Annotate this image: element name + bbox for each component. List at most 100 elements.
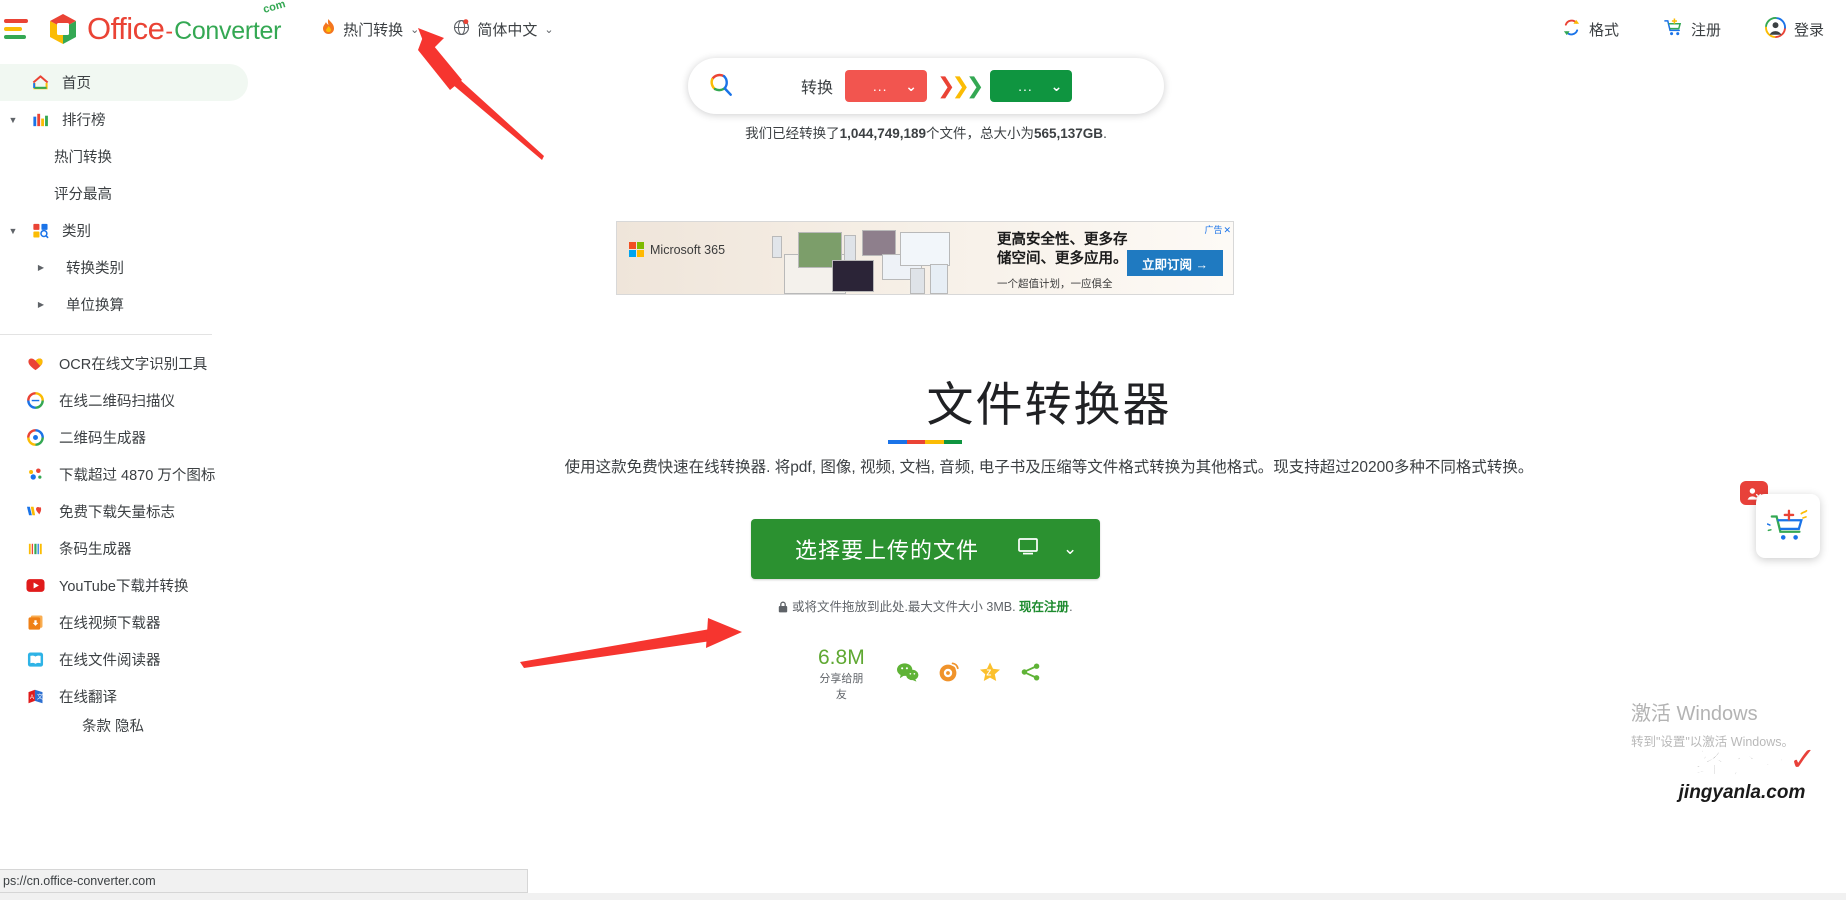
advertisement-banner[interactable]: 广告✕ Microsoft 365 更高安全性、更多存 储空间、更多应用。 一个… [616, 221, 1234, 295]
ad-subscribe-button[interactable]: 立即订阅 → [1127, 250, 1223, 276]
formats-button[interactable]: 格式 [1562, 18, 1619, 41]
share-count-caption: 分享给朋友 [819, 673, 864, 701]
sidebar-item-icons-download[interactable]: 下载超过 4870 万个图标 [0, 456, 252, 493]
close-icon[interactable]: ✕ [1223, 225, 1231, 235]
chevron-down-icon: ⌄ [1050, 77, 1063, 94]
menu-icon[interactable] [4, 19, 30, 39]
sidebar-item-ranking-label: 排行榜 [62, 113, 106, 129]
cart-sparkle-icon[interactable] [1756, 494, 1820, 558]
login-button[interactable]: 登录 [1764, 16, 1824, 42]
double-chevron-icon: ❯ ❯ ❯ [937, 73, 984, 98]
barcode-icon [24, 540, 46, 557]
upload-note-suffix: . [1069, 600, 1073, 614]
register-now-link[interactable]: 现在注册 [1019, 600, 1069, 614]
sidebar-item-barcode-generator-label: 条码生成器 [59, 542, 132, 558]
check-icon: ✓ [1789, 741, 1816, 777]
nav-hot-conversions-label: 热门转换 [343, 21, 404, 39]
logo-office-text: Office [87, 11, 165, 46]
svg-text:文: 文 [36, 693, 42, 701]
svg-text:Z: Z [986, 669, 991, 678]
stats-middle: 个文件，总大小为 [926, 126, 1034, 141]
file-reader-icon [24, 651, 46, 668]
convert-arrows-icon [1562, 18, 1581, 41]
wechat-icon[interactable] [896, 662, 919, 687]
ad-badge-label: 广告 [1204, 225, 1223, 235]
sidebar-item-video-downloader-label: 在线视频下载器 [59, 616, 161, 632]
cart-plus-icon [1663, 17, 1683, 41]
logo-dash: - [165, 18, 174, 44]
chevron-down-icon[interactable]: ▼ [0, 226, 26, 236]
chevron-down-icon[interactable]: ▼ [0, 115, 26, 125]
chevron-right-icon[interactable]: ▶ [28, 300, 54, 309]
sidebar-item-youtube[interactable]: YouTube下载并转换 [0, 567, 252, 604]
convert-label: 转换 [801, 80, 834, 97]
ad-headline-line2: 储空间、更多应用。 [997, 251, 1128, 267]
brand-logo[interactable]: Office - Converter com [44, 0, 286, 48]
stats-total-size: 565,137GB [1034, 126, 1104, 141]
header-nav: 热门转换 ⌄ 简体中文 ⌄ [321, 18, 554, 40]
source-format-select[interactable]: ... ⌄ [845, 70, 928, 102]
sidebar-item-vector-logos[interactable]: 免费下载矢量标志 [0, 493, 252, 530]
annotation-arrow-upload [520, 618, 742, 668]
ad-subline: 一个超值计划，一应俱全 [997, 278, 1113, 290]
stats-prefix: 我们已经转换了 [745, 126, 840, 141]
vector-logo-icon [24, 503, 46, 520]
sidebar-item-file-reader[interactable]: 在线文件阅读器 [0, 641, 252, 678]
sidebar-item-translate[interactable]: A 文 在线翻译 [0, 678, 252, 715]
target-format-select[interactable]: ... ⌄ [990, 70, 1073, 102]
login-label: 登录 [1793, 21, 1824, 39]
sidebar-footer-links[interactable]: 条款 隐私 [0, 715, 252, 733]
sidebar-subitem-hot-conversions-label: 热门转换 [54, 150, 112, 166]
bottom-strip [0, 893, 1846, 900]
sidebar-subitem-unit-conversion[interactable]: ▶ 单位换算 [0, 286, 252, 323]
share-more-icon[interactable] [1020, 662, 1042, 687]
microsoft-365-label: Microsoft 365 [650, 242, 726, 257]
translate-icon: A 文 [24, 688, 46, 705]
stats-suffix: . [1103, 126, 1107, 141]
conversion-search-bar[interactable]: 转换 ... ⌄ ❯ ❯ ❯ ... ⌄ [688, 58, 1164, 114]
header-actions: 格式 注册 登录 [1562, 0, 1824, 58]
sidebar-item-home[interactable]: 首页 [0, 64, 248, 101]
site-header: Office - Converter com 热门转换 ⌄ 简体中文 ⌄ 格式 … [0, 0, 1846, 58]
nav-hot-conversions[interactable]: 热门转换 ⌄ [321, 18, 420, 40]
sidebar-item-video-downloader[interactable]: 在线视频下载器 [0, 604, 252, 641]
upload-file-button[interactable]: 选择要上传的文件 ⌄ [751, 519, 1100, 579]
chevron-down-icon: ⌄ [410, 23, 420, 36]
sidebar-item-category[interactable]: ▼ 类别 [0, 212, 252, 249]
category-search-icon [26, 221, 54, 240]
ad-headline-line1: 更高安全性、更多存 [997, 232, 1128, 248]
sidebar-subitem-conversion-category[interactable]: ▶ 转换类别 [0, 249, 252, 286]
sidebar-item-file-reader-label: 在线文件阅读器 [59, 653, 161, 669]
share-widget: 6.8M 分享给朋友 Z [818, 646, 1039, 702]
qzone-icon[interactable]: Z [979, 661, 1001, 687]
avatar-icon [1764, 16, 1786, 42]
nav-language[interactable]: 简体中文 ⌄ [453, 18, 554, 40]
sidebar-item-youtube-label: YouTube下载并转换 [59, 579, 189, 595]
sidebar: 首页 ▼ 排行榜 热门转换 评分最高 ▼ 类别 ▶ 转换类别 ▶ 单位换算 OC… [0, 58, 252, 900]
ad-badge[interactable]: 广告✕ [1204, 223, 1231, 236]
sidebar-item-barcode-generator[interactable]: 条码生成器 [0, 530, 252, 567]
register-label: 注册 [1690, 21, 1721, 39]
register-button[interactable]: 注册 [1663, 17, 1721, 41]
sidebar-subitem-top-rated[interactable]: 评分最高 [0, 175, 252, 212]
video-download-icon [24, 614, 46, 631]
nav-language-label: 简体中文 [477, 21, 538, 39]
microsoft-grid-icon [629, 242, 644, 257]
chevron-right-icon[interactable]: ▶ [28, 263, 54, 272]
weibo-icon[interactable] [938, 661, 960, 687]
sidebar-subitem-hot-conversions[interactable]: 热门转换 [0, 138, 252, 175]
sidebar-item-home-label: 首页 [62, 76, 91, 92]
globe-icon [453, 18, 470, 40]
chevron-down-icon[interactable]: ⌄ [1063, 539, 1077, 559]
ad-device-collage [732, 224, 982, 294]
sidebar-item-translate-label: 在线翻译 [59, 690, 117, 706]
sidebar-item-ranking[interactable]: ▼ 排行榜 [0, 101, 252, 138]
share-icon-list: Z [896, 661, 1042, 687]
sidebar-subitem-conversion-category-label: 转换类别 [66, 261, 124, 277]
sidebar-item-vector-logos-label: 免费下载矢量标志 [59, 505, 175, 521]
target-format-value: ... [1018, 78, 1033, 94]
search-icon[interactable] [706, 70, 733, 102]
logo-com-text: com [261, 0, 287, 16]
flame-icon [321, 18, 336, 40]
monitor-icon[interactable] [1017, 537, 1039, 562]
